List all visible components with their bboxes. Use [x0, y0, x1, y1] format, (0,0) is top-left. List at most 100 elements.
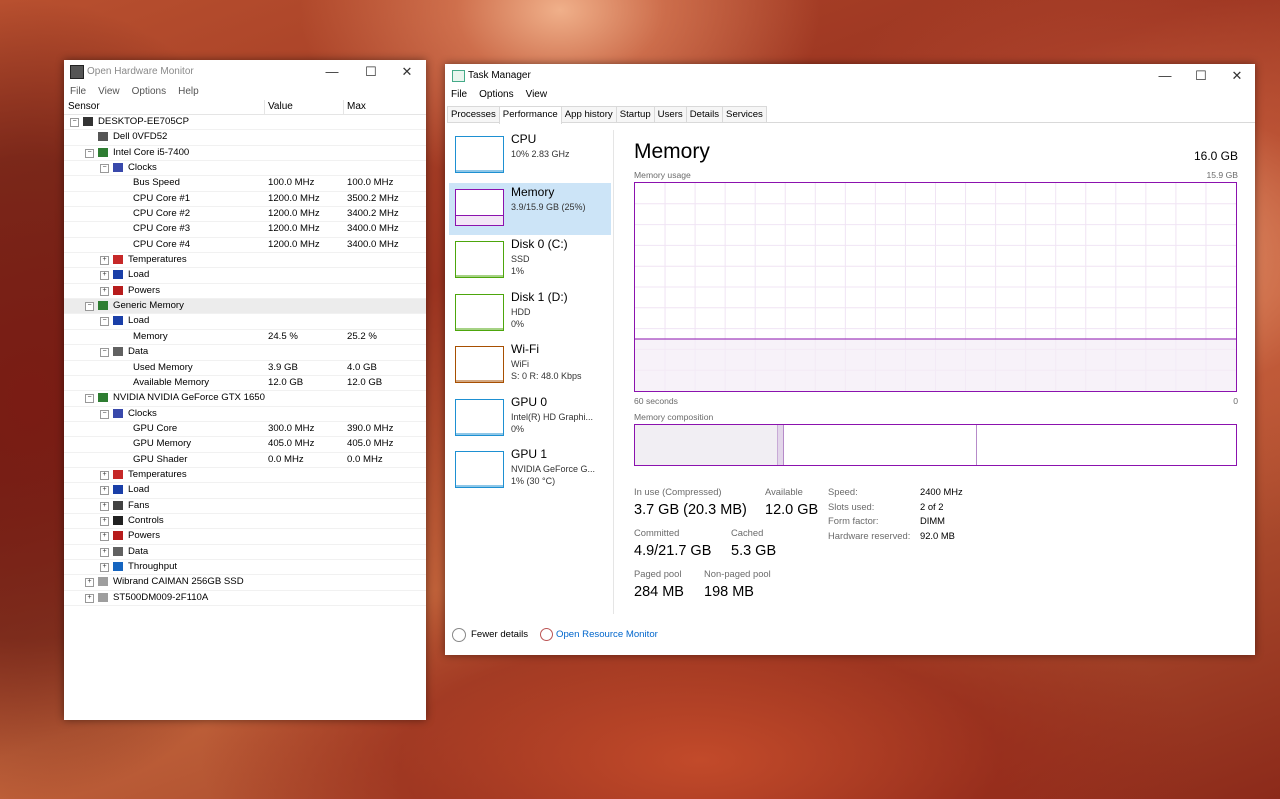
fewer-details-button[interactable]: Fewer details [471, 629, 528, 640]
sensor-row[interactable]: Memory 24.5 % 25.2 % [64, 330, 426, 346]
maximize-icon[interactable]: ☐ [1183, 64, 1219, 88]
resource-gpu-0[interactable]: GPU 0 Intel(R) HD Graphi... 0% [449, 393, 611, 446]
resource-detail-2: 0% [511, 423, 525, 434]
collapse-icon[interactable]: − [100, 348, 109, 358]
chevron-up-icon[interactable] [452, 628, 466, 642]
expand-icon[interactable]: + [85, 593, 94, 603]
maximize-icon[interactable]: ☐ [353, 60, 389, 84]
column-max[interactable]: Max [343, 100, 366, 114]
sensor-row[interactable]: Used Memory 3.9 GB 4.0 GB [64, 361, 426, 376]
expand-icon[interactable]: + [100, 532, 109, 542]
ohm-titlebar[interactable]: Open Hardware Monitor — ☐ ✕ [64, 60, 426, 84]
sensor-row[interactable]: + ST500DM009-2F110A [64, 591, 426, 606]
sensor-label: Data [128, 346, 149, 358]
sensor-row[interactable]: + Fans [64, 499, 426, 514]
resource-cpu[interactable]: CPU 10% 2.83 GHz [449, 130, 611, 183]
collapse-icon[interactable]: − [85, 394, 94, 404]
menu-file[interactable]: File [445, 87, 473, 103]
sensor-row[interactable]: − Load [64, 314, 426, 330]
sensor-row[interactable]: − Clocks [64, 161, 426, 177]
sensor-row[interactable]: − DESKTOP-EE705CP [64, 115, 426, 131]
menu-options[interactable]: Options [473, 87, 519, 103]
resource-memory[interactable]: Memory 3.9/15.9 GB (25%) [449, 182, 611, 235]
sensor-row[interactable]: GPU Shader 0.0 MHz 0.0 MHz [64, 453, 426, 468]
resource-disk-0-c[interactable]: Disk 0 (C:) SSD 1% [449, 235, 611, 288]
property-value: 2 of 2 [920, 500, 944, 512]
collapse-icon[interactable]: − [100, 409, 109, 419]
sensor-row[interactable]: − Generic Memory [64, 299, 426, 315]
sensor-row[interactable]: Bus Speed 100.0 MHz 100.0 MHz [64, 176, 426, 192]
sensor-value: 3.9 GB [268, 361, 298, 373]
expand-icon[interactable]: + [85, 578, 94, 588]
sensor-row[interactable]: + Temperatures [64, 253, 426, 269]
sensor-row[interactable]: CPU Core #1 1200.0 MHz 3500.2 MHz [64, 192, 426, 208]
menu-help[interactable]: Help [172, 84, 205, 100]
cached-value: 5.3 GB [731, 543, 777, 559]
collapse-icon[interactable]: − [85, 148, 94, 158]
resource-thumbnail [455, 346, 504, 383]
expand-icon[interactable]: + [100, 486, 109, 496]
menu-options[interactable]: Options [126, 84, 172, 100]
collapse-icon[interactable]: − [100, 164, 109, 174]
column-value[interactable]: Value [264, 100, 293, 114]
sensor-row[interactable]: CPU Core #3 1200.0 MHz 3400.0 MHz [64, 222, 426, 238]
sensor-row[interactable]: Dell 0VFD52 [64, 130, 426, 146]
sensor-row[interactable]: − Clocks [64, 407, 426, 422]
sensor-row[interactable]: + Load [64, 268, 426, 284]
close-icon[interactable]: ✕ [389, 60, 425, 84]
resource-wi-fi[interactable]: Wi-Fi WiFi S: 0 R: 48.0 Kbps [449, 340, 611, 393]
menu-file[interactable]: File [64, 84, 92, 100]
sensor-row[interactable]: − Data [64, 345, 426, 361]
collapse-icon[interactable]: − [100, 317, 109, 327]
menu-view[interactable]: View [520, 87, 554, 103]
collapse-icon[interactable]: − [85, 302, 94, 312]
tab-app-history[interactable]: App history [560, 106, 617, 122]
sensor-label: CPU Core #1 [133, 192, 191, 204]
open-resource-monitor-link[interactable]: Open Resource Monitor [556, 629, 658, 640]
sensor-row[interactable]: + Data [64, 545, 426, 560]
expand-icon[interactable]: + [100, 286, 109, 296]
tab-users[interactable]: Users [653, 106, 687, 122]
close-icon[interactable]: ✕ [1219, 64, 1255, 88]
sensor-row[interactable]: + Powers [64, 529, 426, 545]
expand-icon[interactable]: + [100, 547, 109, 557]
sensor-row[interactable]: − Intel Core i5-7400 [64, 146, 426, 162]
tab-services[interactable]: Services [722, 106, 767, 122]
tab-performance[interactable]: Performance [498, 106, 562, 124]
sensor-max: 0.0 MHz [347, 453, 383, 465]
tab-startup[interactable]: Startup [615, 106, 655, 122]
sensor-row[interactable]: + Wibrand CAIMAN 256GB SSD [64, 575, 426, 591]
column-sensor[interactable]: Sensor [68, 100, 100, 114]
expand-icon[interactable]: + [100, 501, 109, 511]
expand-icon[interactable]: + [100, 516, 109, 526]
throughput-icon [113, 561, 123, 571]
sensor-row[interactable]: + Powers [64, 284, 426, 300]
sensor-row[interactable]: CPU Core #2 1200.0 MHz 3400.2 MHz [64, 207, 426, 223]
expand-icon[interactable]: + [100, 470, 109, 480]
sensor-row[interactable]: CPU Core #4 1200.0 MHz 3400.0 MHz [64, 238, 426, 254]
sensor-value: 300.0 MHz [268, 422, 315, 434]
resource-disk-1-d[interactable]: Disk 1 (D:) HDD 0% [449, 288, 611, 341]
sensor-row[interactable]: Available Memory 12.0 GB 12.0 GB [64, 376, 426, 392]
resource-thumbnail [455, 188, 504, 226]
resource-gpu-1[interactable]: GPU 1 NVIDIA GeForce G... 1% (30 °C) [449, 445, 611, 498]
minimize-icon[interactable]: — [314, 60, 350, 84]
sensor-row[interactable]: − NVIDIA NVIDIA GeForce GTX 1650 [64, 391, 426, 407]
expand-icon[interactable]: + [100, 562, 109, 572]
sensor-value: 0.0 MHz [268, 453, 304, 465]
sensor-row[interactable]: GPU Memory 405.0 MHz 405.0 MHz [64, 437, 426, 453]
sensor-row[interactable]: + Temperatures [64, 468, 426, 484]
minimize-icon[interactable]: — [1147, 64, 1183, 88]
sensor-row[interactable]: + Throughput [64, 560, 426, 576]
tm-titlebar[interactable]: Task Manager — ☐ ✕ [445, 64, 1255, 88]
sensor-row[interactable]: + Controls [64, 514, 426, 530]
expand-icon[interactable]: + [100, 271, 109, 281]
tab-processes[interactable]: Processes [447, 106, 500, 122]
sensor-row[interactable]: + Load [64, 483, 426, 499]
menu-view[interactable]: View [92, 84, 126, 100]
sensor-row[interactable]: GPU Core 300.0 MHz 390.0 MHz [64, 422, 426, 438]
collapse-icon[interactable]: − [70, 118, 79, 127]
tab-details[interactable]: Details [685, 106, 724, 122]
expand-icon[interactable]: + [100, 256, 109, 266]
sensor-label: Dell 0VFD52 [113, 131, 168, 143]
